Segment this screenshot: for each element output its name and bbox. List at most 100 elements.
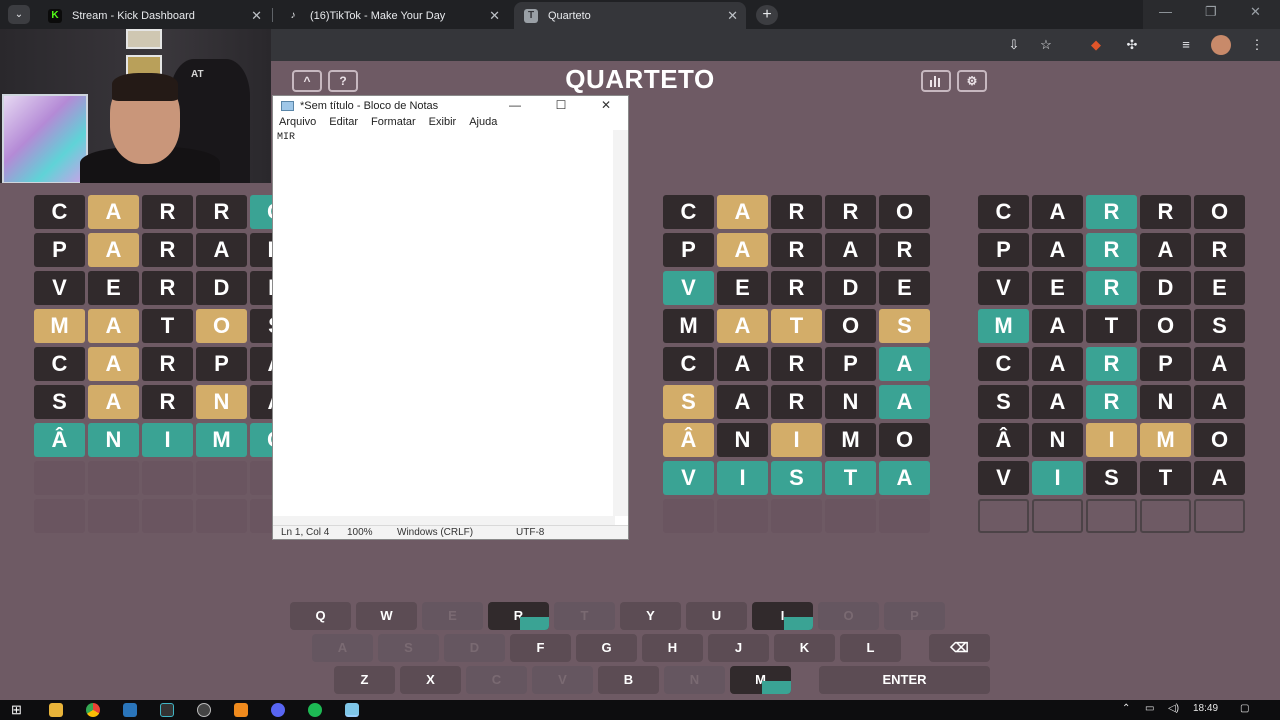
tile: [34, 461, 85, 495]
notepad-titlebar: *Sem título - Bloco de Notas: [273, 96, 628, 116]
file-explorer-icon[interactable]: [49, 703, 63, 717]
key-g[interactable]: G: [576, 634, 637, 662]
pc-case: [2, 94, 88, 183]
obs-icon[interactable]: [197, 703, 211, 717]
stats-button[interactable]: [921, 70, 951, 92]
terminal-icon[interactable]: [160, 703, 174, 717]
menu-ajuda[interactable]: Ajuda: [469, 116, 497, 130]
key-label: G: [601, 640, 612, 655]
menu-formatar[interactable]: Formatar: [371, 116, 416, 130]
install-app-icon[interactable]: ⇩: [1004, 35, 1024, 55]
network-icon[interactable]: ▭: [1145, 703, 1154, 714]
tab-quarteto[interactable]: T Quarteto ✕: [514, 2, 746, 29]
key-label: C: [491, 672, 502, 687]
volume-icon[interactable]: ◁): [1168, 703, 1179, 714]
tile: I: [142, 423, 193, 457]
spotify-icon[interactable]: [308, 703, 322, 717]
tile: A: [1032, 347, 1083, 381]
tile: P: [1140, 347, 1191, 381]
tile: [771, 499, 822, 533]
key-i[interactable]: I: [752, 602, 813, 630]
tile: V: [978, 271, 1029, 305]
tile: I: [1086, 423, 1137, 457]
enter-key[interactable]: ENTER: [819, 666, 990, 694]
tile: T: [1140, 461, 1191, 495]
close-tab-icon[interactable]: ✕: [727, 8, 738, 24]
minimize-icon[interactable]: —: [1159, 4, 1172, 19]
key-k[interactable]: K: [774, 634, 835, 662]
close-icon[interactable]: ✕: [596, 98, 616, 112]
tab-kick-dashboard[interactable]: K Stream - Kick Dashboard ✕: [38, 2, 270, 29]
backspace-key[interactable]: ⌫: [929, 634, 990, 662]
tile: Â: [978, 423, 1029, 457]
tile: [1032, 499, 1083, 533]
vlc-icon[interactable]: [234, 703, 248, 717]
key-d[interactable]: D: [444, 634, 505, 662]
tray-chevron-icon[interactable]: ⌃: [1122, 703, 1130, 714]
new-tab-button[interactable]: +: [756, 5, 778, 25]
key-b[interactable]: B: [598, 666, 659, 694]
tab-tiktok[interactable]: ♪ (16)TikTok - Make Your Day ✕: [276, 2, 508, 29]
key-h[interactable]: H: [642, 634, 703, 662]
key-o[interactable]: O: [818, 602, 879, 630]
tile: A: [88, 309, 139, 343]
settings-button[interactable]: ⚙: [957, 70, 987, 92]
key-u[interactable]: U: [686, 602, 747, 630]
notepad-text-area[interactable]: MIR: [276, 131, 616, 515]
tile: [717, 499, 768, 533]
key-y[interactable]: Y: [620, 602, 681, 630]
chrome-icon[interactable]: [86, 703, 100, 717]
key-e[interactable]: E: [422, 602, 483, 630]
menu-dots-icon[interactable]: ⋮: [1247, 35, 1267, 55]
key-t[interactable]: T: [554, 602, 615, 630]
menu-exibir[interactable]: Exibir: [429, 116, 457, 130]
menu-arquivo[interactable]: Arquivo: [279, 116, 316, 130]
close-tab-icon[interactable]: ✕: [489, 8, 500, 24]
key-c[interactable]: C: [466, 666, 527, 694]
key-a[interactable]: A: [312, 634, 373, 662]
tile: E: [1194, 271, 1245, 305]
steam-icon[interactable]: [123, 703, 137, 717]
restore-icon[interactable]: ❐: [1205, 4, 1217, 20]
key-j[interactable]: J: [708, 634, 769, 662]
key-f[interactable]: F: [510, 634, 571, 662]
key-r[interactable]: R: [488, 602, 549, 630]
key-n[interactable]: N: [664, 666, 725, 694]
key-q[interactable]: Q: [290, 602, 351, 630]
key-s[interactable]: S: [378, 634, 439, 662]
key-w[interactable]: W: [356, 602, 417, 630]
tile: M: [196, 423, 247, 457]
notepad-window: *Sem título - Bloco de Notas — ☐ ✕ Arqui…: [272, 95, 629, 540]
board-1: CARROPARARVERDEMATOSCARPASARNAÂNIMO: [34, 195, 301, 533]
key-l[interactable]: L: [840, 634, 901, 662]
key-z[interactable]: Z: [334, 666, 395, 694]
bookmark-star-icon[interactable]: ☆: [1036, 35, 1056, 55]
notepad-taskbar-icon[interactable]: [345, 703, 359, 717]
key-p[interactable]: P: [884, 602, 945, 630]
tile: M: [978, 309, 1029, 343]
tile: R: [771, 347, 822, 381]
menu-editar[interactable]: Editar: [329, 116, 358, 130]
windows-start-icon[interactable]: ⊞: [11, 703, 25, 717]
clock[interactable]: 18:49: [1193, 703, 1218, 714]
window-close-icon[interactable]: ✕: [1250, 4, 1261, 20]
tile: S: [663, 385, 714, 419]
maximize-icon[interactable]: ☐: [551, 98, 571, 112]
tile: [663, 499, 714, 533]
tab-search-button[interactable]: ⌄: [8, 5, 30, 24]
extension-icon[interactable]: ◆: [1086, 35, 1106, 55]
profile-avatar[interactable]: [1211, 35, 1231, 55]
vertical-scrollbar[interactable]: [613, 130, 628, 516]
key-m[interactable]: M: [730, 666, 791, 694]
key-x[interactable]: X: [400, 666, 461, 694]
key-v[interactable]: V: [532, 666, 593, 694]
minimize-icon[interactable]: —: [505, 98, 525, 112]
extensions-puzzle-icon[interactable]: ✣: [1122, 35, 1142, 55]
notification-icon[interactable]: ▢: [1240, 703, 1249, 714]
discord-icon[interactable]: [271, 703, 285, 717]
tile: S: [1086, 461, 1137, 495]
tile: A: [196, 233, 247, 267]
close-tab-icon[interactable]: ✕: [251, 8, 262, 24]
tile: [196, 461, 247, 495]
media-control-icon[interactable]: ≡: [1176, 35, 1196, 55]
